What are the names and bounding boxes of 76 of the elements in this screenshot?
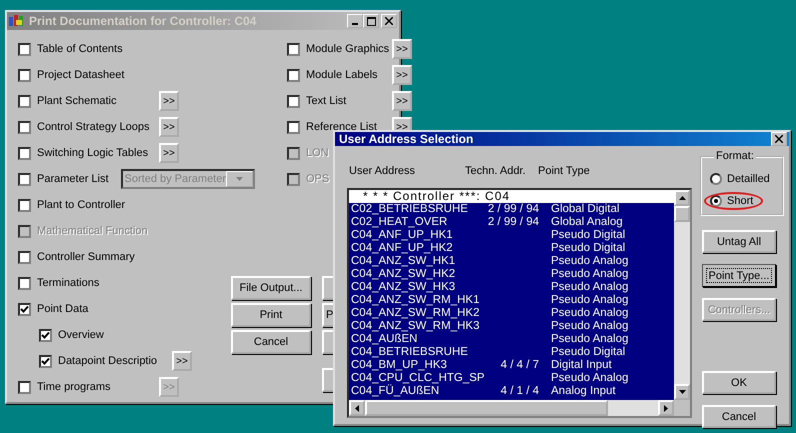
close-icon [775,135,783,143]
group-label: Format: [714,150,756,162]
scroll-up-button[interactable] [674,190,690,206]
checkbox[interactable] [18,94,31,108]
option-label: Plant to Controller [37,199,126,211]
more-button[interactable]: >> [172,351,192,371]
column-header: Techn. Addr. [465,165,527,177]
dialog-button[interactable]: Cancel [231,330,311,354]
option-label: Time programs [37,381,112,393]
option-label: Parameter List [37,173,109,185]
option-label: Mathematical Function [37,225,148,237]
list-header-row[interactable]: * * * Controller ***: C04 [349,190,674,203]
checkbox[interactable] [18,302,31,316]
up-arrow-icon [678,196,686,200]
option-label: Module Labels [306,69,379,81]
checkbox[interactable] [18,146,31,160]
scroll-left-button[interactable] [349,400,365,416]
vertical-scrollbar[interactable] [674,190,690,400]
checkbox[interactable] [18,250,31,264]
checkbox[interactable] [287,120,300,134]
more-button[interactable]: >> [159,91,179,111]
more-button[interactable]: >> [392,91,412,111]
caret-icon [226,171,253,187]
option-label: Text List [306,95,348,107]
dialog-button[interactable]: Untag All [702,230,776,253]
column-header: User Address [348,165,416,177]
dialog-button[interactable]: Cancel [702,405,776,428]
option-label: Overview [58,329,104,341]
option-label: OPS [306,173,330,185]
dialog-button[interactable]: OK [702,371,776,394]
right-arrow-icon [664,404,668,412]
app-icon [9,14,25,28]
scroll-thumb[interactable] [674,206,690,222]
checkbox[interactable] [39,328,52,342]
option-label: Terminations [37,277,100,289]
checkbox[interactable] [18,380,31,394]
down-arrow-icon [678,390,686,394]
option-label: Reference List [306,121,378,133]
option-label: Switching Logic Tables [37,147,150,159]
checkbox[interactable] [287,68,300,82]
radio-option[interactable]: Short [704,192,764,210]
dialog-button[interactable]: Print [231,303,311,327]
option-label: Table of Contents [37,43,123,55]
option-label: Control Strategy Loops [37,121,151,133]
left-arrow-icon [355,404,359,412]
option-label: LON [306,147,330,159]
option-label: Controller Summary [37,251,135,263]
dialog-button[interactable]: File Output... [231,276,311,300]
checkbox[interactable] [18,198,31,212]
maximize-icon [366,16,376,26]
dialog-button[interactable]: Point Type... [702,264,776,287]
scroll-thumb[interactable] [365,400,608,416]
scroll-right-button[interactable] [658,400,674,416]
checkbox[interactable] [18,68,31,82]
option-label: Project Datasheet [37,69,124,81]
more-button[interactable]: >> [392,65,412,85]
checkbox[interactable] [18,172,31,186]
more-button[interactable]: >> [159,117,179,137]
checkbox[interactable] [39,354,52,368]
option-label: Point Data [37,303,88,315]
horizontal-scrollbar[interactable] [349,400,674,416]
checkbox[interactable] [287,94,300,108]
more-button[interactable]: >> [392,39,412,59]
column-header: Point Type [538,165,590,177]
checkbox[interactable] [287,42,300,56]
option-label: Datapoint Descriptio [58,355,158,367]
option-label: Plant Schematic [37,95,118,107]
checkbox[interactable] [18,276,31,290]
checkbox[interactable] [18,42,31,56]
scrollbar-corner [674,400,690,416]
close-icon [385,17,393,25]
scroll-down-button[interactable] [674,384,690,400]
checkbox[interactable] [18,120,31,134]
close-button[interactable] [771,132,787,146]
radio-option[interactable]: Detailled [704,170,780,188]
more-button[interactable]: >> [159,143,179,163]
